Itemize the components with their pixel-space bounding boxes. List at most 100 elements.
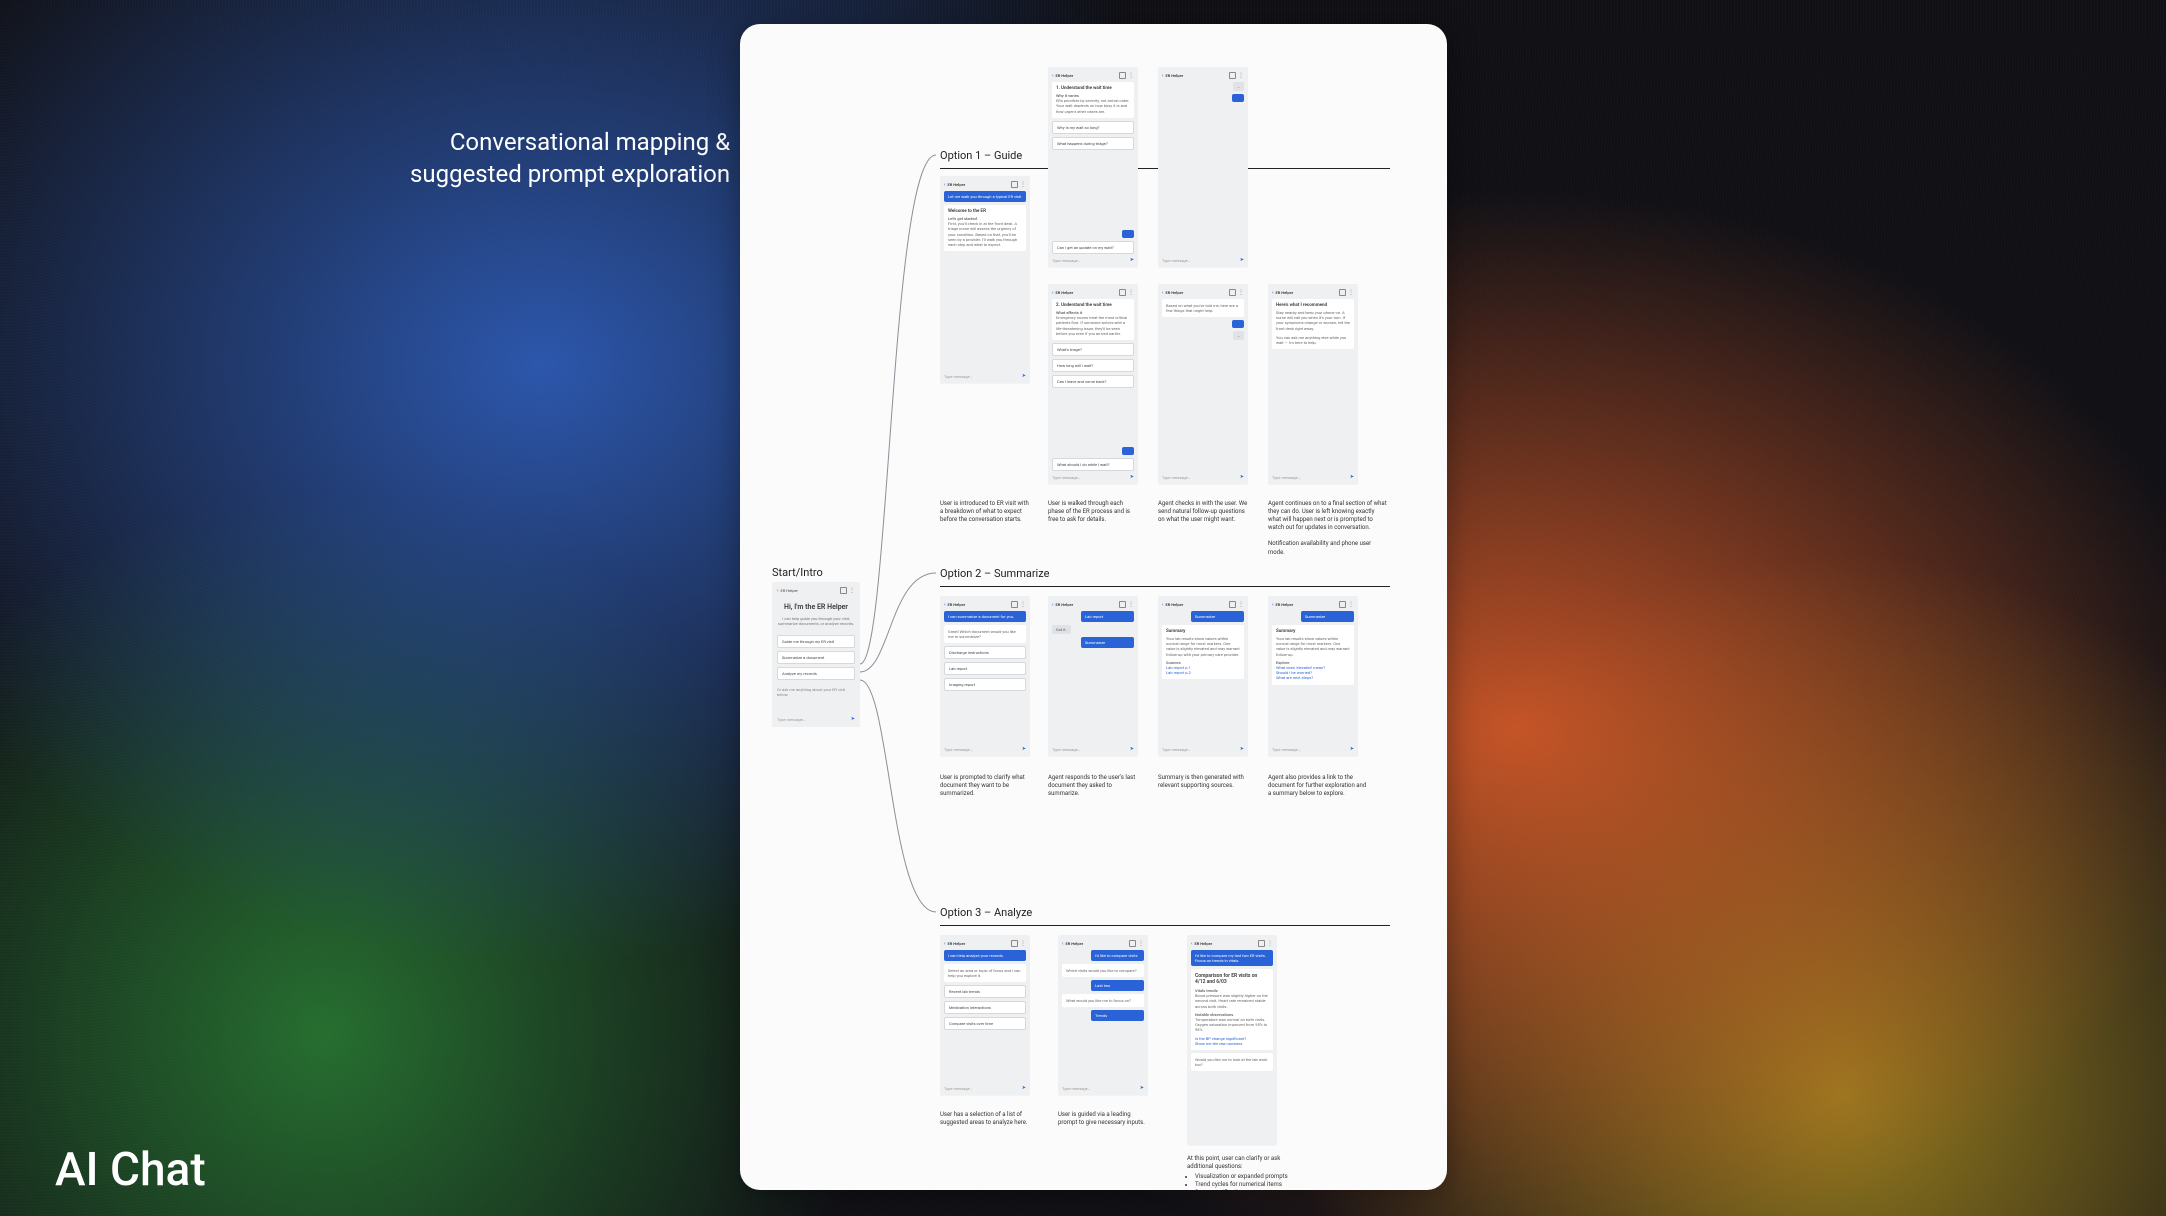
start-intro-mock: ‹ ER Helper ⋮ Hi, I'm the ER Helper I ca… <box>772 582 860 727</box>
refresh-icon[interactable] <box>1011 940 1018 947</box>
more-icon[interactable]: ⋮ <box>1348 291 1354 294</box>
more-icon[interactable]: ⋮ <box>1238 291 1244 294</box>
refresh-icon[interactable] <box>1129 940 1136 947</box>
back-icon[interactable]: ‹ <box>1162 73 1164 79</box>
message-input[interactable]: Type message… <box>1162 258 1237 263</box>
send-icon[interactable]: ➤ <box>1240 474 1244 480</box>
suggestion-chip[interactable]: What happens during triage? <box>1052 137 1134 150</box>
send-icon[interactable]: ➤ <box>1350 474 1354 480</box>
refresh-icon[interactable] <box>1229 289 1236 296</box>
message-input[interactable]: Type message… <box>944 1086 1019 1091</box>
suggestion-chip[interactable]: Discharge instructions <box>944 646 1026 659</box>
refresh-icon[interactable] <box>1119 72 1126 79</box>
message-input[interactable]: Type message… <box>1162 747 1237 752</box>
refresh-icon[interactable] <box>1229 601 1236 608</box>
back-icon[interactable]: ‹ <box>1062 941 1064 947</box>
suggestion-chip[interactable]: What should I do while I wait? <box>1052 458 1134 471</box>
content-panel: Select an area or topic of focus and I c… <box>944 964 1026 982</box>
back-icon[interactable]: ‹ <box>777 588 779 594</box>
assistant-pill: Let me walk you through a typical ER vis… <box>944 191 1026 202</box>
start-chip-guide[interactable]: Guide me through my ER visit <box>777 635 855 648</box>
refresh-icon[interactable] <box>1119 289 1126 296</box>
send-icon[interactable]: ➤ <box>1130 257 1134 263</box>
source-link[interactable]: Lab report p.2 <box>1166 670 1240 675</box>
more-icon[interactable]: ⋮ <box>849 589 855 592</box>
suggestion-chip[interactable]: What's triage? <box>1052 343 1134 356</box>
message-input[interactable]: Type message… <box>1052 747 1127 752</box>
suggestion-chip[interactable]: How long will I wait? <box>1052 359 1134 372</box>
opt1-caption-d: Agent continues on to a final section of… <box>1268 500 1388 557</box>
refresh-icon[interactable] <box>1339 289 1346 296</box>
send-icon[interactable]: ➤ <box>1022 373 1026 379</box>
back-icon[interactable]: ‹ <box>1191 941 1193 947</box>
send-icon[interactable]: ➤ <box>1022 1085 1026 1091</box>
message-input[interactable]: Type message… <box>944 747 1019 752</box>
refresh-icon[interactable] <box>1258 940 1265 947</box>
refresh-icon[interactable] <box>840 587 847 594</box>
suggestion-chip[interactable]: Lab report <box>944 662 1026 675</box>
back-icon[interactable]: ‹ <box>1272 602 1274 608</box>
suggestion-chip[interactable]: Can I get an update on my wait? <box>1052 241 1134 254</box>
user-msg <box>1232 320 1244 328</box>
back-icon[interactable]: ‹ <box>1162 602 1164 608</box>
send-icon[interactable]: ➤ <box>1140 1085 1144 1091</box>
message-input[interactable]: Type message… <box>1052 258 1127 263</box>
more-icon[interactable]: ⋮ <box>1020 942 1026 945</box>
refresh-icon[interactable] <box>1229 72 1236 79</box>
back-icon[interactable]: ‹ <box>944 182 946 188</box>
send-icon[interactable]: ➤ <box>1130 474 1134 480</box>
user-msg <box>1122 230 1134 238</box>
message-input[interactable]: Type message… <box>777 717 848 722</box>
send-icon[interactable]: ➤ <box>1130 746 1134 752</box>
overlay-footer-label: AI Chat <box>55 1143 206 1197</box>
user-msg <box>1232 94 1244 102</box>
send-icon[interactable]: ➤ <box>1240 257 1244 263</box>
more-icon[interactable]: ⋮ <box>1020 183 1026 186</box>
message-input[interactable]: Type message… <box>944 374 1019 379</box>
explore-link[interactable]: Show me the raw numbers <box>1195 1041 1269 1046</box>
message-input[interactable]: Type message… <box>1272 475 1347 480</box>
send-icon[interactable]: ➤ <box>851 716 855 722</box>
explore-link[interactable]: What are next steps? <box>1276 675 1350 680</box>
suggestion-chip[interactable]: Why is my wait so long? <box>1052 121 1134 134</box>
more-icon[interactable]: ⋮ <box>1128 74 1134 77</box>
opt2-c3: ‹ER Helper⋮ Summarize Summary Your lab r… <box>1158 596 1248 756</box>
suggestion-chip[interactable]: Recent lab trends <box>944 985 1026 998</box>
message-input[interactable]: Type message… <box>1272 747 1347 752</box>
send-icon[interactable]: ➤ <box>1022 746 1026 752</box>
back-icon[interactable]: ‹ <box>944 941 946 947</box>
more-icon[interactable]: ⋮ <box>1238 603 1244 606</box>
message-input[interactable]: Type message… <box>1162 475 1237 480</box>
more-icon[interactable]: ⋮ <box>1238 74 1244 77</box>
more-icon[interactable]: ⋮ <box>1128 603 1134 606</box>
suggestion-chip[interactable]: Medication interactions <box>944 1001 1026 1014</box>
opt3-c3: ‹ER Helper⋮ I'd like to compare my last … <box>1187 935 1277 1145</box>
content-panel: Which visits would you like to compare? <box>1062 964 1144 977</box>
more-icon[interactable]: ⋮ <box>1348 603 1354 606</box>
start-chip-summarize[interactable]: Summarize a document <box>777 651 855 664</box>
message-input[interactable]: Type message… <box>1052 475 1127 480</box>
suggestion-chip[interactable]: Can I leave and come back? <box>1052 375 1134 388</box>
opt2-c4: ‹ER Helper⋮ Summarize Summary Your lab r… <box>1268 596 1358 756</box>
refresh-icon[interactable] <box>1339 601 1346 608</box>
suggestion-chip[interactable]: Compare visits over time <box>944 1017 1026 1030</box>
user-pill: Summarize <box>1081 637 1134 648</box>
refresh-icon[interactable] <box>1011 601 1018 608</box>
back-icon[interactable]: ‹ <box>1052 602 1054 608</box>
send-icon[interactable]: ➤ <box>1350 746 1354 752</box>
send-icon[interactable]: ➤ <box>1240 746 1244 752</box>
more-icon[interactable]: ⋮ <box>1138 942 1144 945</box>
back-icon[interactable]: ‹ <box>1052 73 1054 79</box>
start-chip-analyze[interactable]: Analyze my records <box>777 667 855 680</box>
back-icon[interactable]: ‹ <box>1162 290 1164 296</box>
message-input[interactable]: Type message… <box>1062 1086 1137 1091</box>
more-icon[interactable]: ⋮ <box>1267 942 1273 945</box>
more-icon[interactable]: ⋮ <box>1128 291 1134 294</box>
refresh-icon[interactable] <box>1011 181 1018 188</box>
refresh-icon[interactable] <box>1119 601 1126 608</box>
suggestion-chip[interactable]: Imaging report <box>944 678 1026 691</box>
back-icon[interactable]: ‹ <box>1272 290 1274 296</box>
back-icon[interactable]: ‹ <box>944 602 946 608</box>
more-icon[interactable]: ⋮ <box>1020 603 1026 606</box>
back-icon[interactable]: ‹ <box>1052 290 1054 296</box>
